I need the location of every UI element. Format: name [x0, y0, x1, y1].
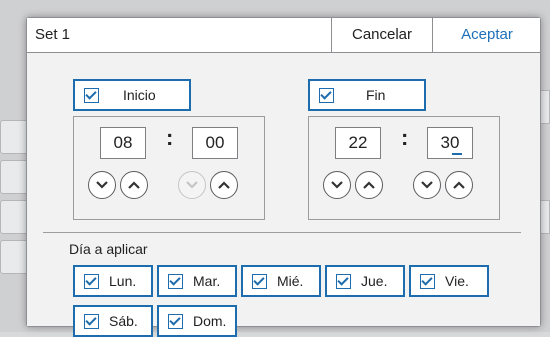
checkmark-icon	[84, 313, 99, 329]
day-checkbox-fri[interactable]: Vie.	[409, 265, 489, 297]
day-checkbox-sat[interactable]: Sáb.	[73, 305, 153, 337]
end-minute-field[interactable]: 30	[427, 127, 473, 159]
day-checkbox-thu[interactable]: Jue.	[325, 265, 405, 297]
time-separator: :	[166, 125, 174, 150]
end-time-group: 22 : 30	[308, 116, 500, 220]
checkmark-icon	[84, 273, 99, 289]
dialog-title: Set 1	[35, 26, 71, 43]
day-label: Mar.	[193, 273, 221, 289]
day-label: Jue.	[361, 273, 388, 289]
end-hour-field[interactable]: 22	[335, 127, 381, 159]
day-checkbox-mon[interactable]: Lun.	[73, 265, 153, 297]
accept-button[interactable]: Aceptar	[432, 18, 541, 52]
day-checkbox-wed[interactable]: Mié.	[241, 265, 321, 297]
chevron-down-icon	[96, 181, 108, 189]
day-checkbox-tue[interactable]: Mar.	[157, 265, 237, 297]
background-row	[0, 240, 28, 274]
start-hour-down-button[interactable]	[88, 171, 116, 199]
chevron-up-icon	[453, 181, 465, 189]
time-separator: :	[401, 125, 409, 150]
day-label: Sáb.	[109, 313, 138, 329]
days-section-label: Día a aplicar	[69, 241, 148, 257]
day-label: Mié.	[277, 273, 304, 289]
start-minute-down-button[interactable]	[178, 171, 206, 199]
start-minute-up-button[interactable]	[210, 171, 238, 199]
background-row	[0, 160, 28, 194]
cancel-button[interactable]: Cancelar	[331, 18, 432, 52]
section-divider	[43, 232, 521, 233]
day-label: Lun.	[109, 273, 137, 289]
end-checkbox[interactable]: Fin	[308, 79, 426, 111]
end-minute-up-button[interactable]	[445, 171, 473, 199]
chevron-down-icon	[421, 181, 433, 189]
dialog-body: Inicio Fin 08 : 00 22: 30 Día a aplicar…	[27, 53, 540, 337]
checkmark-icon	[168, 313, 183, 329]
chevron-up-icon	[363, 181, 375, 189]
chevron-down-icon	[331, 181, 343, 189]
start-checkbox[interactable]: Inicio	[73, 79, 191, 111]
start-hour-up-button[interactable]	[120, 171, 148, 199]
day-label: Dom.	[193, 313, 227, 329]
start-checkbox-label: Inicio	[123, 87, 156, 103]
checkmark-icon	[252, 273, 267, 289]
checkmark-icon	[420, 273, 435, 289]
chevron-up-icon	[218, 181, 230, 189]
start-minute-field[interactable]: 00	[192, 127, 238, 159]
end-checkbox-label: Fin	[366, 87, 386, 103]
checkmark-icon	[336, 273, 351, 289]
schedule-dialog: Set 1 Cancelar Aceptar Inicio Fin 08 : 0…	[26, 17, 541, 337]
background-row	[0, 200, 28, 234]
chevron-down-icon	[186, 181, 198, 189]
start-hour-field[interactable]: 08	[100, 127, 146, 159]
chevron-up-icon	[128, 181, 140, 189]
dialog-titlebar: Set 1 Cancelar Aceptar	[27, 18, 540, 53]
end-hour-down-button[interactable]	[323, 171, 351, 199]
day-checkbox-sun[interactable]: Dom.	[157, 305, 237, 337]
end-hour-up-button[interactable]	[355, 171, 383, 199]
checkmark-icon	[319, 87, 334, 103]
text-cursor	[452, 153, 462, 155]
checkmark-icon	[168, 273, 183, 289]
end-minute-down-button[interactable]	[413, 171, 441, 199]
background-row	[0, 120, 28, 154]
checkmark-icon	[84, 87, 99, 103]
start-time-group: 08 : 00	[73, 116, 265, 220]
day-label: Vie.	[445, 273, 469, 289]
